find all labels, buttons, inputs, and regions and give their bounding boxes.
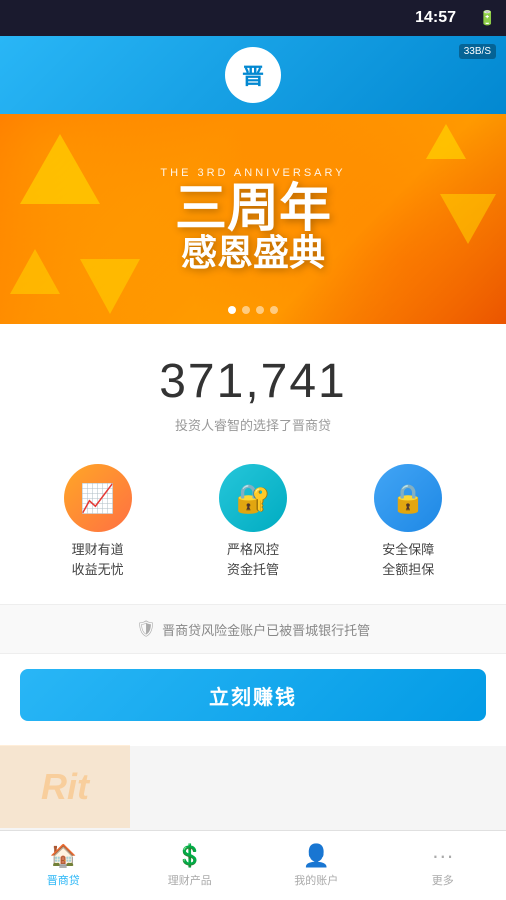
nav-item-products[interactable]: 💲 理财产品 [127,837,254,894]
banner-content: THE 3RD ANNIVERSARY 三周年 感恩盛典 [160,167,345,271]
trust-text: 晋商贷风险金账户已被晋城银行托管 [162,620,370,639]
bottom-navigation: 🏠 晋商贷 💲 理财产品 👤 我的账户 ··· 更多 [0,830,506,900]
finance-icon: 📈 [80,482,115,515]
account-icon: 👤 [303,843,330,869]
banner-dots [228,306,278,314]
promo-banner[interactable]: THE 3RD ANNIVERSARY 三周年 感恩盛典 [0,114,506,324]
feature-item-risk[interactable]: 🔐 严格风控 资金托管 [219,464,287,579]
status-time: 14:57 [415,9,456,27]
risk-icon: 🔐 [236,482,271,515]
app-logo: 晋 [225,47,281,103]
nav-label-more: 更多 [432,872,454,888]
cta-section: 立刻赚钱 [0,654,506,736]
earn-money-button[interactable]: 立刻赚钱 [20,669,486,721]
deco-triangle-3 [80,259,140,314]
banner-title-line2: 感恩盛典 [160,235,345,271]
deco-triangle-5 [440,194,496,244]
feature-item-security[interactable]: 🔒 安全保障 全额担保 [374,464,442,579]
feature-icon-finance: 📈 [64,464,132,532]
nav-label-home: 晋商贷 [47,872,80,888]
counter-section: 371,741 投资人睿智的选择了晋商贷 [0,344,506,449]
feature-label-security: 安全保障 全额担保 [382,540,434,579]
features-section: 📈 理财有道 收益无忧 🔐 严格风控 资金托管 🔒 安全保障 全额担保 [0,449,506,594]
nav-label-account: 我的账户 [294,872,338,888]
logo-text: 晋 [242,59,264,91]
shield-icon: 🛡 [136,619,156,639]
wifi-speed-badge: 33B/S [459,44,496,59]
banner-subtitle: THE 3RD ANNIVERSARY [160,167,345,179]
nav-item-account[interactable]: 👤 我的账户 [253,837,380,894]
feature-icon-risk: 🔐 [219,464,287,532]
watermark: Rit [0,745,130,828]
battery-icon: 🔋 [479,10,496,27]
products-icon: 💲 [176,843,203,869]
banner-dot-2[interactable] [242,306,250,314]
feature-item-finance[interactable]: 📈 理财有道 收益无忧 [64,464,132,579]
feature-label-finance: 理财有道 收益无忧 [72,540,124,579]
counter-description: 投资人睿智的选择了晋商贷 [0,415,506,434]
trust-bar: 🛡 晋商贷风险金账户已被晋城银行托管 [0,604,506,654]
feature-icon-security: 🔒 [374,464,442,532]
home-icon: 🏠 [50,843,77,869]
nav-item-more[interactable]: ··· 更多 [380,837,506,894]
banner-dot-1[interactable] [228,306,236,314]
app-header: 晋 33B/S [0,36,506,114]
nav-label-products: 理财产品 [168,872,212,888]
status-bar: 14:57 🔋 [0,0,506,36]
banner-dot-3[interactable] [256,306,264,314]
deco-triangle-2 [10,249,60,294]
deco-triangle-4 [426,124,466,159]
security-icon: 🔒 [391,482,426,515]
nav-item-home[interactable]: 🏠 晋商贷 [0,837,127,894]
banner-dot-4[interactable] [270,306,278,314]
more-icon: ··· [432,843,454,869]
banner-title-line1: 三周年 [160,183,345,235]
counter-number: 371,741 [0,354,506,409]
feature-label-risk: 严格风控 资金托管 [227,540,279,579]
deco-triangle-1 [20,134,100,204]
watermark-text: Rit [41,766,89,808]
main-content: 371,741 投资人睿智的选择了晋商贷 📈 理财有道 收益无忧 🔐 严格风控 … [0,324,506,746]
